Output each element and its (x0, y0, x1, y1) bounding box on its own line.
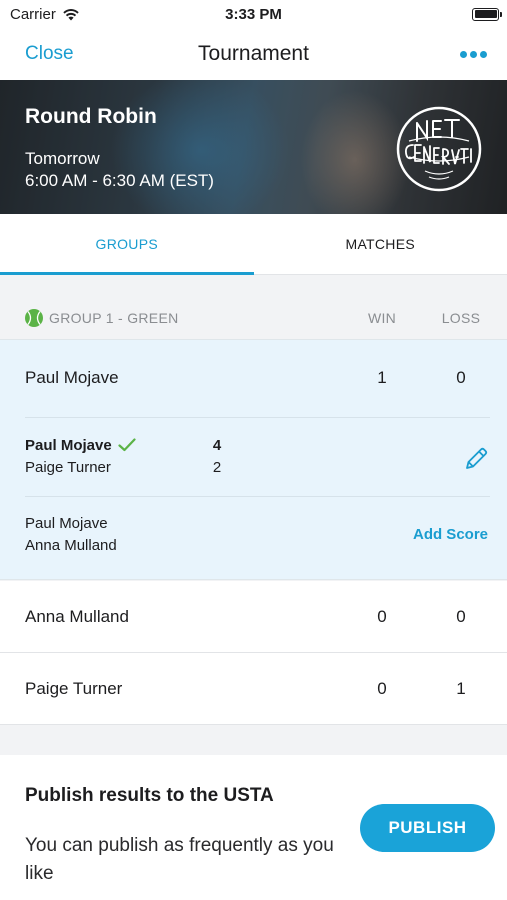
win-column-header: WIN (367, 309, 397, 326)
player-row[interactable]: Paul Mojave 1 0 (0, 342, 507, 414)
carrier-label: Carrier (10, 5, 56, 23)
expanded-player-panel: Paul Mojave 1 0 Paul Mojave 4 Paige Turn… (0, 339, 507, 580)
net-generation-logo (396, 106, 482, 192)
event-date: Tomorrow (25, 149, 100, 168)
close-button[interactable]: Close (25, 43, 74, 65)
edit-score-icon[interactable] (463, 446, 489, 472)
player-row[interactable]: Paige Turner 0 1 (0, 653, 507, 725)
publish-description: You can publish as frequently as you lik… (25, 835, 334, 884)
tab-matches[interactable]: MATCHES (254, 214, 507, 274)
player-loss-count: 0 (456, 368, 466, 387)
page-title: Tournament (198, 42, 309, 65)
match-player1: Paul Mojave (25, 437, 136, 454)
match-player2-name: Paige Turner (25, 459, 111, 476)
match-row: Paul Mojave 4 Paige Turner 2 (0, 418, 507, 496)
player-name: Paul Mojave (25, 368, 119, 387)
match-player1-name: Paul Mojave (25, 515, 108, 532)
loss-column-header: LOSS (441, 309, 481, 326)
status-bar: Carrier 3:33 PM (0, 0, 507, 28)
battery-icon (472, 7, 502, 21)
event-name: Round Robin (25, 105, 157, 128)
publish-card: Publish results to the USTA You can publ… (0, 755, 507, 900)
tennis-ball-icon (25, 308, 43, 327)
wifi-icon (63, 9, 79, 21)
match-score2: 2 (212, 459, 222, 476)
publish-title: Publish results to the USTA (25, 785, 274, 806)
more-options-icon[interactable] (460, 50, 487, 58)
group-header: GROUP 1 - GREEN WIN LOSS (0, 296, 507, 339)
tab-groups[interactable]: GROUPS (0, 214, 254, 275)
status-left: Carrier (10, 6, 80, 23)
player-win-count: 1 (377, 368, 387, 387)
add-score-button[interactable]: Add Score (413, 526, 488, 543)
player-name: Paige Turner (25, 679, 123, 698)
player-win-count: 0 (377, 607, 387, 626)
event-time: 6:00 AM - 6:30 AM (EST) (25, 171, 214, 190)
tab-bar: GROUPS MATCHES (0, 214, 507, 275)
group-name: GROUP 1 - GREEN (49, 309, 179, 326)
match-player1-name: Paul Mojave (25, 437, 112, 454)
match-row: Paul Mojave Anna Mulland Add Score (0, 497, 507, 575)
player-loss-count: 0 (456, 607, 466, 626)
player-loss-count: 1 (456, 679, 466, 698)
player-row[interactable]: Anna Mulland 0 0 (0, 581, 507, 653)
player-win-count: 0 (377, 679, 387, 698)
winner-check-icon (118, 438, 136, 452)
nav-bar: Close Tournament (0, 28, 507, 80)
publish-button[interactable]: PUBLISH (360, 804, 495, 852)
event-header: Round Robin Tomorrow 6:00 AM - 6:30 AM (… (0, 80, 507, 214)
match-score1: 4 (212, 437, 222, 454)
player-name: Anna Mulland (25, 607, 129, 626)
match-player2-name: Anna Mulland (25, 537, 117, 554)
